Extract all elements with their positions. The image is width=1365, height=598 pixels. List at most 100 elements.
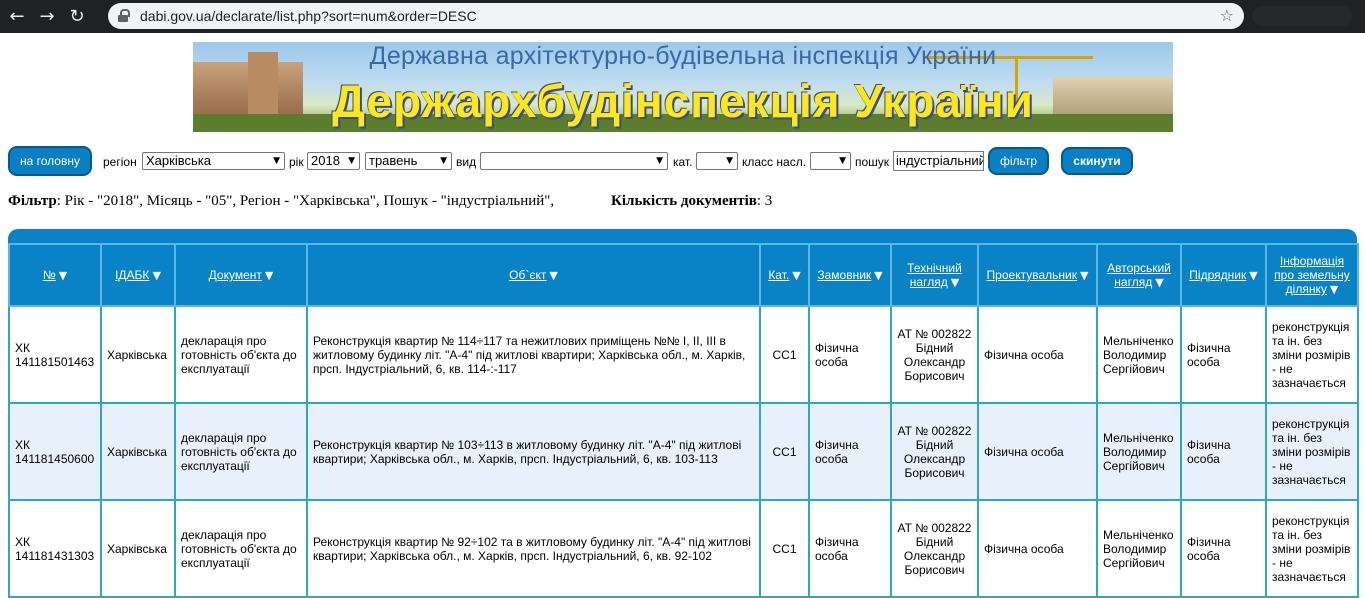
cell-contractor: Фізична особа (1180, 305, 1267, 404)
class-select[interactable]: ▼ (810, 152, 851, 170)
col-header-label[interactable]: Кат. (768, 268, 789, 282)
cell-designer: Фізична особа (977, 402, 1098, 501)
col-header-label[interactable]: Інформація про земельну ділянку (1274, 254, 1350, 296)
year-select-value: 2018 (311, 153, 340, 168)
col-header-number[interactable]: № ▼ (8, 243, 102, 307)
cell-number: ХК 141181450600 (8, 402, 102, 501)
sort-arrow-icon[interactable]: ▼ (1330, 283, 1338, 296)
cell-number: ХК 141181431303 (8, 499, 102, 598)
cell-land-info: реконструкція та ін. без зміни розмірів … (1265, 402, 1359, 501)
lock-icon (118, 9, 130, 23)
extensions-area (1252, 6, 1352, 26)
sort-arrow-icon[interactable]: ▼ (792, 269, 800, 282)
banner-title: Держархбудінспекція України (332, 75, 1034, 127)
col-header-label[interactable]: № (43, 268, 56, 282)
forward-arrow-icon[interactable]: → (34, 4, 60, 30)
bookmark-star-icon[interactable]: ☆ (1220, 6, 1234, 25)
sort-arrow-icon[interactable]: ▼ (152, 269, 160, 282)
cell-author-supervision: Мельніченко Володимир Сергійович (1096, 402, 1182, 501)
banner-subtitle: Державна архітектурно-будівельна інспекц… (369, 42, 997, 70)
chevron-down-icon: ▼ (839, 156, 846, 166)
cell-document: декларація про готовність об'єкта до екс… (174, 305, 308, 404)
table-row: ХК 141181501463 Харківська декларація пр… (8, 305, 1359, 404)
home-button[interactable]: на головну (8, 146, 92, 176)
cell-designer: Фізична особа (977, 499, 1098, 598)
chevron-down-icon: ▼ (273, 156, 280, 166)
cell-category: СС1 (759, 305, 810, 404)
table-top-bar (8, 229, 1357, 244)
chevron-down-icon: ▼ (656, 156, 663, 166)
sort-arrow-icon[interactable]: ▼ (1155, 276, 1163, 289)
cell-land-info: реконструкція та ін. без зміни розмірів … (1265, 499, 1359, 598)
cell-idabk: Харківська (100, 402, 176, 501)
cell-document: декларація про готовність об'єкта до екс… (174, 499, 308, 598)
year-label: рік (289, 155, 304, 169)
document-count: Кількість документів: 3 (611, 193, 772, 210)
col-header-document[interactable]: Документ ▼ (174, 243, 308, 307)
cell-customer: Фізична особа (808, 305, 892, 404)
category-select[interactable]: ▼ (696, 152, 738, 170)
region-label: регіон (103, 155, 137, 169)
table-row: ХК 141181431303 Харківська декларація пр… (8, 499, 1359, 598)
cell-tech-supervision: АТ № 002822 Бідний Олександр Борисович (890, 402, 979, 501)
year-select[interactable]: 2018 ▼ (307, 152, 360, 170)
cell-contractor: Фізична особа (1180, 499, 1267, 598)
sort-arrow-icon[interactable]: ▼ (59, 269, 67, 282)
sort-arrow-icon[interactable]: ▼ (951, 276, 959, 289)
sort-arrow-icon[interactable]: ▼ (549, 269, 557, 282)
cell-idabk: Харківська (100, 499, 176, 598)
cell-author-supervision: Мельніченко Володимир Сергійович (1096, 305, 1182, 404)
document-count-value: : 3 (756, 193, 773, 209)
search-label: пошук (855, 155, 890, 169)
type-select[interactable]: ▼ (480, 152, 668, 170)
col-header-label[interactable]: Документ (209, 268, 262, 282)
cell-idabk: Харківська (100, 305, 176, 404)
address-bar[interactable]: dabi.gov.ua/declarate/list.php?sort=num&… (108, 3, 1244, 29)
col-header-label[interactable]: Об`єкт (509, 268, 546, 282)
table-row: ХК 141181450600 Харківська декларація пр… (8, 402, 1359, 501)
declarations-table: № ▼ ІДАБК ▼ Документ ▼ Об`єкт ▼ Кат. ▼ Замовн… (8, 243, 1359, 598)
cell-customer: Фізична особа (808, 402, 892, 501)
chevron-down-icon: ▼ (348, 156, 355, 166)
type-label: вид (456, 155, 477, 169)
filter-summary: Фільтр: Рік - "2018", Місяць - "05", Рег… (8, 193, 554, 210)
col-header-category[interactable]: Кат. ▼ (759, 243, 810, 307)
cell-category: СС1 (759, 499, 810, 598)
cell-customer: Фізична особа (808, 499, 892, 598)
col-header-label[interactable]: Підрядник (1189, 268, 1246, 282)
category-label: кат. (673, 155, 693, 169)
region-select-value: Харківська (146, 153, 211, 168)
class-label: класс насл. (742, 155, 807, 169)
sort-arrow-icon[interactable]: ▼ (265, 269, 273, 282)
col-header-author-supervision[interactable]: Авторський нагляд ▼ (1096, 243, 1182, 307)
back-arrow-icon[interactable]: ← (4, 4, 30, 30)
month-select[interactable]: травень ▼ (365, 152, 452, 170)
filter-button[interactable]: фільтр (988, 147, 1049, 175)
reset-button[interactable]: скинути (1061, 147, 1133, 175)
col-header-object[interactable]: Об`єкт ▼ (306, 243, 761, 307)
col-header-customer[interactable]: Замовник ▼ (808, 243, 892, 307)
col-header-land-info[interactable]: Інформація про земельну ділянку ▼ (1265, 243, 1359, 307)
cell-document: декларація про готовність об'єкта до екс… (174, 402, 308, 501)
col-header-label[interactable]: Замовник (817, 268, 871, 282)
col-header-contractor[interactable]: Підрядник ▼ (1180, 243, 1267, 307)
reload-icon[interactable]: ↻ (64, 4, 90, 30)
col-header-tech-supervision[interactable]: Технічний нагляд ▼ (890, 243, 979, 307)
col-header-idabk[interactable]: ІДАБК ▼ (100, 243, 176, 307)
col-header-label[interactable]: Проектувальник (987, 268, 1077, 282)
month-select-value: травень (369, 153, 418, 168)
url-text[interactable]: dabi.gov.ua/declarate/list.php?sort=num&… (140, 8, 477, 24)
cell-author-supervision: Мельніченко Володимир Сергійович (1096, 499, 1182, 598)
filter-summary-label: Фільтр (8, 193, 57, 209)
col-header-designer[interactable]: Проектувальник ▼ (977, 243, 1098, 307)
browser-toolbar: ← → ↻ dabi.gov.ua/declarate/list.php?sor… (0, 0, 1365, 33)
search-input[interactable]: індустріальний (893, 151, 984, 171)
sort-arrow-icon[interactable]: ▼ (874, 269, 882, 282)
cell-category: СС1 (759, 402, 810, 501)
site-banner: Державна архітектурно-будівельна інспекц… (193, 42, 1173, 132)
cell-object: Реконструкція квартир № 114÷117 та нежит… (306, 305, 761, 404)
region-select[interactable]: Харківська ▼ (142, 152, 285, 170)
sort-arrow-icon[interactable]: ▼ (1249, 269, 1257, 282)
sort-arrow-icon[interactable]: ▼ (1080, 269, 1088, 282)
col-header-label[interactable]: ІДАБК (115, 268, 149, 282)
